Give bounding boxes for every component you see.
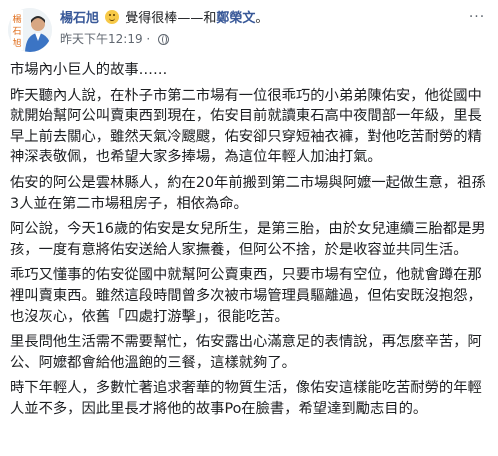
avatar-char-1: 楊 bbox=[12, 14, 21, 25]
tagged-user[interactable]: 鄭榮文 bbox=[216, 11, 255, 26]
post-paragraph-3: 阿公說，今天16歲的佑安是女兒所生，是第三胎，由於女兒連續三胎都是男孩，一度有意… bbox=[10, 221, 486, 258]
post-timestamp[interactable]: 昨天下午12:19 bbox=[60, 32, 143, 46]
post-paragraph-5: 里長問他生活需不需要幫忙，佑安露出心滿意足的表情說，再怎麼辛苦，阿公、阿嬤都會給… bbox=[10, 334, 482, 371]
with-separator: ——和 bbox=[177, 11, 217, 26]
avatar-image: 楊 石 旭 bbox=[8, 8, 52, 52]
more-options-icon[interactable]: ··· bbox=[466, 10, 488, 26]
avatar[interactable]: 楊 石 旭 bbox=[8, 8, 52, 52]
post-paragraph-2: 佑安的阿公是雲林縣人，約在20年前搬到第二市場與阿嬤一起做生意，祖孫3人並在第二… bbox=[10, 174, 486, 212]
post-paragraph-4: 乖巧又懂事的佑安從國中就幫阿公賣東西，只要市場有空位，他就會蹲在那裡叫賣東西。雖… bbox=[10, 267, 482, 325]
avatar-char-3: 旭 bbox=[12, 37, 21, 49]
post-paragraph-6: 時下年輕人，多數忙著追求奢華的物質生活，像佑安這樣能吃苦耐勞的年輕人並不多，因此… bbox=[10, 380, 482, 417]
post-title: 市場內小巨人的故事…… bbox=[10, 62, 168, 78]
globe-icon[interactable] bbox=[158, 34, 170, 45]
post-timestamp-line: 昨天下午12:19 · bbox=[60, 30, 268, 47]
dot-separator: · bbox=[146, 32, 151, 46]
period: 。 bbox=[255, 11, 269, 26]
smiling-emoji-icon bbox=[105, 10, 120, 24]
feeling-text: 覺得很棒 bbox=[125, 11, 178, 26]
facebook-post: 楊 石 旭 楊石旭 覺得很棒——和鄭榮文。 昨天下午12:19 · ··· 市場… bbox=[0, 0, 498, 456]
post-paragraph-1: 昨天聽內人說，在朴子市第二市場有一位很乖巧的小弟弟陳佑安，他從國中就開始幫阿公叫… bbox=[10, 87, 482, 166]
author-name[interactable]: 楊石旭 bbox=[60, 11, 99, 26]
post-header: 楊 石 旭 楊石旭 覺得很棒——和鄭榮文。 昨天下午12:19 · ··· bbox=[8, 8, 490, 52]
post-body: 市場內小巨人的故事…… 昨天聽內人說，在朴子市第二市場有一位很乖巧的小弟弟陳佑安… bbox=[10, 60, 488, 425]
avatar-char-2: 石 bbox=[12, 27, 21, 37]
post-meta: 楊石旭 覺得很棒——和鄭榮文。 昨天下午12:19 · bbox=[60, 10, 268, 47]
post-author-line: 楊石旭 覺得很棒——和鄭榮文。 bbox=[60, 10, 268, 28]
